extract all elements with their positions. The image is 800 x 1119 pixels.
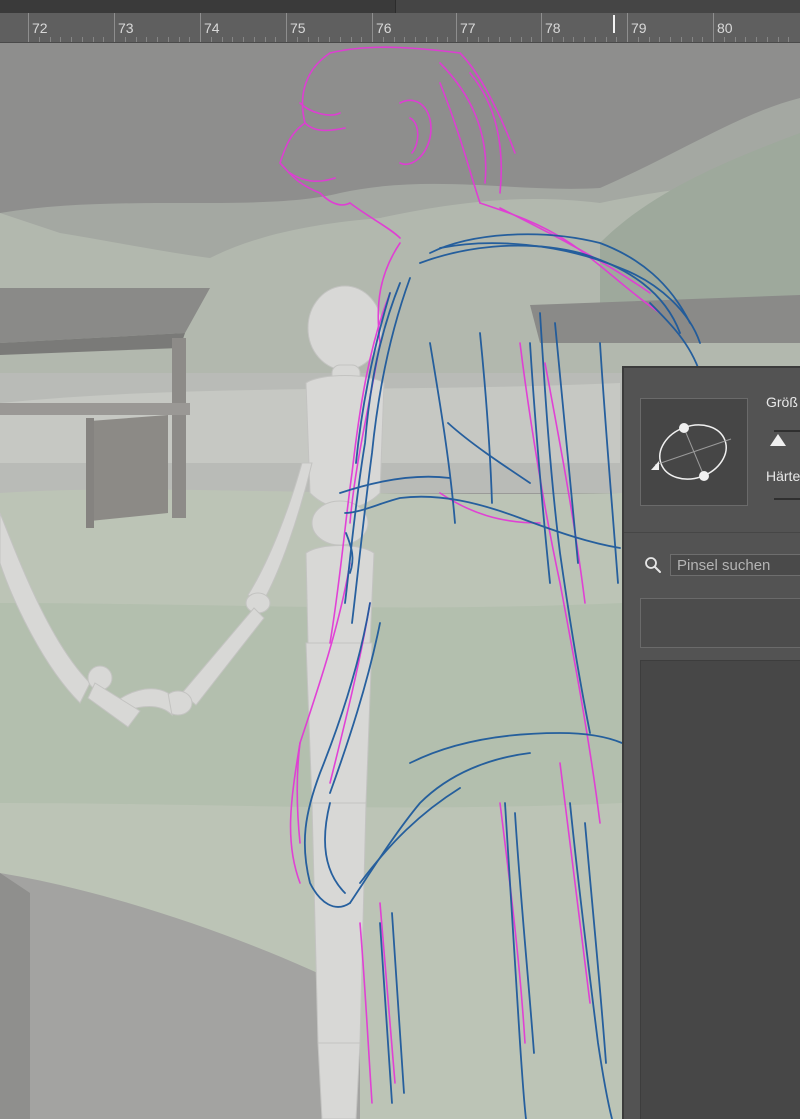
ruler-tick (627, 13, 628, 42)
ruler-label: 78 (545, 20, 561, 36)
ruler-minor-tick (329, 37, 330, 42)
ruler-minor-tick (382, 37, 384, 42)
ruler-minor-tick (670, 37, 671, 42)
ruler-label: 76 (376, 20, 392, 36)
size-slider-track[interactable] (774, 430, 800, 432)
ruler-minor-tick (404, 37, 406, 42)
ruler-minor-tick (146, 37, 148, 42)
ruler-minor-tick (157, 37, 158, 42)
ruler-minor-tick (616, 37, 618, 42)
ruler-minor-tick (425, 37, 427, 42)
ruler-minor-tick (788, 37, 790, 42)
ruler-minor-tick (178, 37, 180, 42)
ruler-minor-tick (573, 37, 575, 42)
ruler-minor-tick (447, 37, 449, 42)
brush-settings-panel: Größ Härte (622, 366, 800, 1119)
ruler-minor-tick (415, 37, 416, 42)
ruler-minor-tick (167, 37, 169, 42)
hardness-label: Härte (766, 468, 800, 484)
ruler-label: 79 (631, 20, 647, 36)
ruler-minor-tick (318, 37, 320, 42)
brush-preview[interactable] (640, 398, 748, 506)
ruler-minor-tick (756, 37, 757, 42)
ruler-tick (713, 13, 714, 42)
ruler-minor-tick (307, 37, 309, 42)
ruler-minor-tick (49, 37, 51, 42)
brush-angle-roundness-icon[interactable] (641, 399, 747, 505)
ruler-minor-tick (350, 37, 352, 42)
ruler-minor-tick (38, 37, 40, 42)
panel-divider (624, 532, 800, 533)
recent-brushes-strip[interactable] (640, 598, 800, 648)
ruler-minor-tick (734, 37, 736, 42)
ruler-minor-tick (71, 37, 72, 42)
ruler-minor-tick (499, 37, 500, 42)
ruler-minor-tick (531, 37, 533, 42)
ruler-minor-tick (551, 37, 553, 42)
ruler-minor-tick (648, 37, 650, 42)
ruler-tick (200, 13, 201, 42)
ruler-minor-tick (275, 37, 277, 42)
ruler-minor-tick (488, 37, 490, 42)
ruler-minor-tick (436, 37, 438, 42)
ruler-minor-tick (393, 37, 395, 42)
ruler-minor-tick (680, 37, 682, 42)
ruler-minor-tick (296, 37, 298, 42)
ruler-tick (28, 13, 29, 42)
ruler-minor-tick (60, 37, 62, 42)
ruler-minor-tick (691, 37, 693, 42)
size-label: Größ (766, 394, 798, 410)
ruler-tick (114, 13, 115, 42)
ruler-minor-tick (605, 37, 607, 42)
ruler-label: 73 (118, 20, 134, 36)
ruler-minor-tick (509, 37, 511, 42)
ruler-label: 75 (290, 20, 306, 36)
ruler-cursor-marker (613, 15, 615, 33)
ruler-minor-tick (253, 37, 255, 42)
horizontal-ruler[interactable]: 72 73 74 75 76 77 78 79 80 (0, 13, 800, 43)
ruler-tick (456, 13, 457, 42)
ruler-label: 77 (460, 20, 476, 36)
ruler-minor-tick (777, 37, 779, 42)
ruler-minor-tick (189, 37, 191, 42)
ruler-minor-tick (659, 37, 661, 42)
ruler-minor-tick (520, 37, 522, 42)
ruler-minor-tick (637, 37, 639, 42)
ruler-tick (286, 13, 287, 42)
ruler-minor-tick (243, 37, 244, 42)
ruler-minor-tick (562, 37, 564, 42)
ruler-tick (372, 13, 373, 42)
ruler-minor-tick (584, 37, 585, 42)
ruler-minor-tick (361, 37, 363, 42)
ruler-minor-tick (210, 37, 212, 42)
ruler-label: 72 (32, 20, 48, 36)
ruler-minor-tick (745, 37, 747, 42)
ruler-tick (541, 13, 542, 42)
ruler-label: 74 (204, 20, 220, 36)
ruler-minor-tick (339, 37, 341, 42)
ruler-minor-tick (723, 37, 725, 42)
ruler-minor-tick (766, 37, 768, 42)
ruler-minor-tick (221, 37, 223, 42)
hardness-slider-track[interactable] (774, 498, 800, 500)
document-tab-edge[interactable] (395, 0, 800, 13)
ruler-minor-tick (92, 37, 94, 42)
ruler-minor-tick (81, 37, 83, 42)
brush-preset-list[interactable] (640, 660, 800, 1119)
ruler-minor-tick (477, 37, 479, 42)
ruler-minor-tick (232, 37, 234, 42)
size-slider-thumb[interactable] (770, 434, 786, 446)
ruler-minor-tick (594, 37, 596, 42)
ruler-minor-tick (103, 37, 105, 42)
ruler-minor-tick (264, 37, 266, 42)
ruler-label: 80 (717, 20, 733, 36)
ruler-minor-tick (466, 37, 468, 42)
ruler-minor-tick (135, 37, 137, 42)
search-icon (645, 557, 661, 573)
document-tab-strip (0, 0, 800, 13)
ruler-minor-tick (702, 37, 704, 42)
brush-search-input[interactable] (670, 554, 800, 576)
ruler-minor-tick (124, 37, 126, 42)
photoshop-window: 72 73 74 75 76 77 78 79 80 Größ Härte Pi… (0, 0, 800, 1119)
